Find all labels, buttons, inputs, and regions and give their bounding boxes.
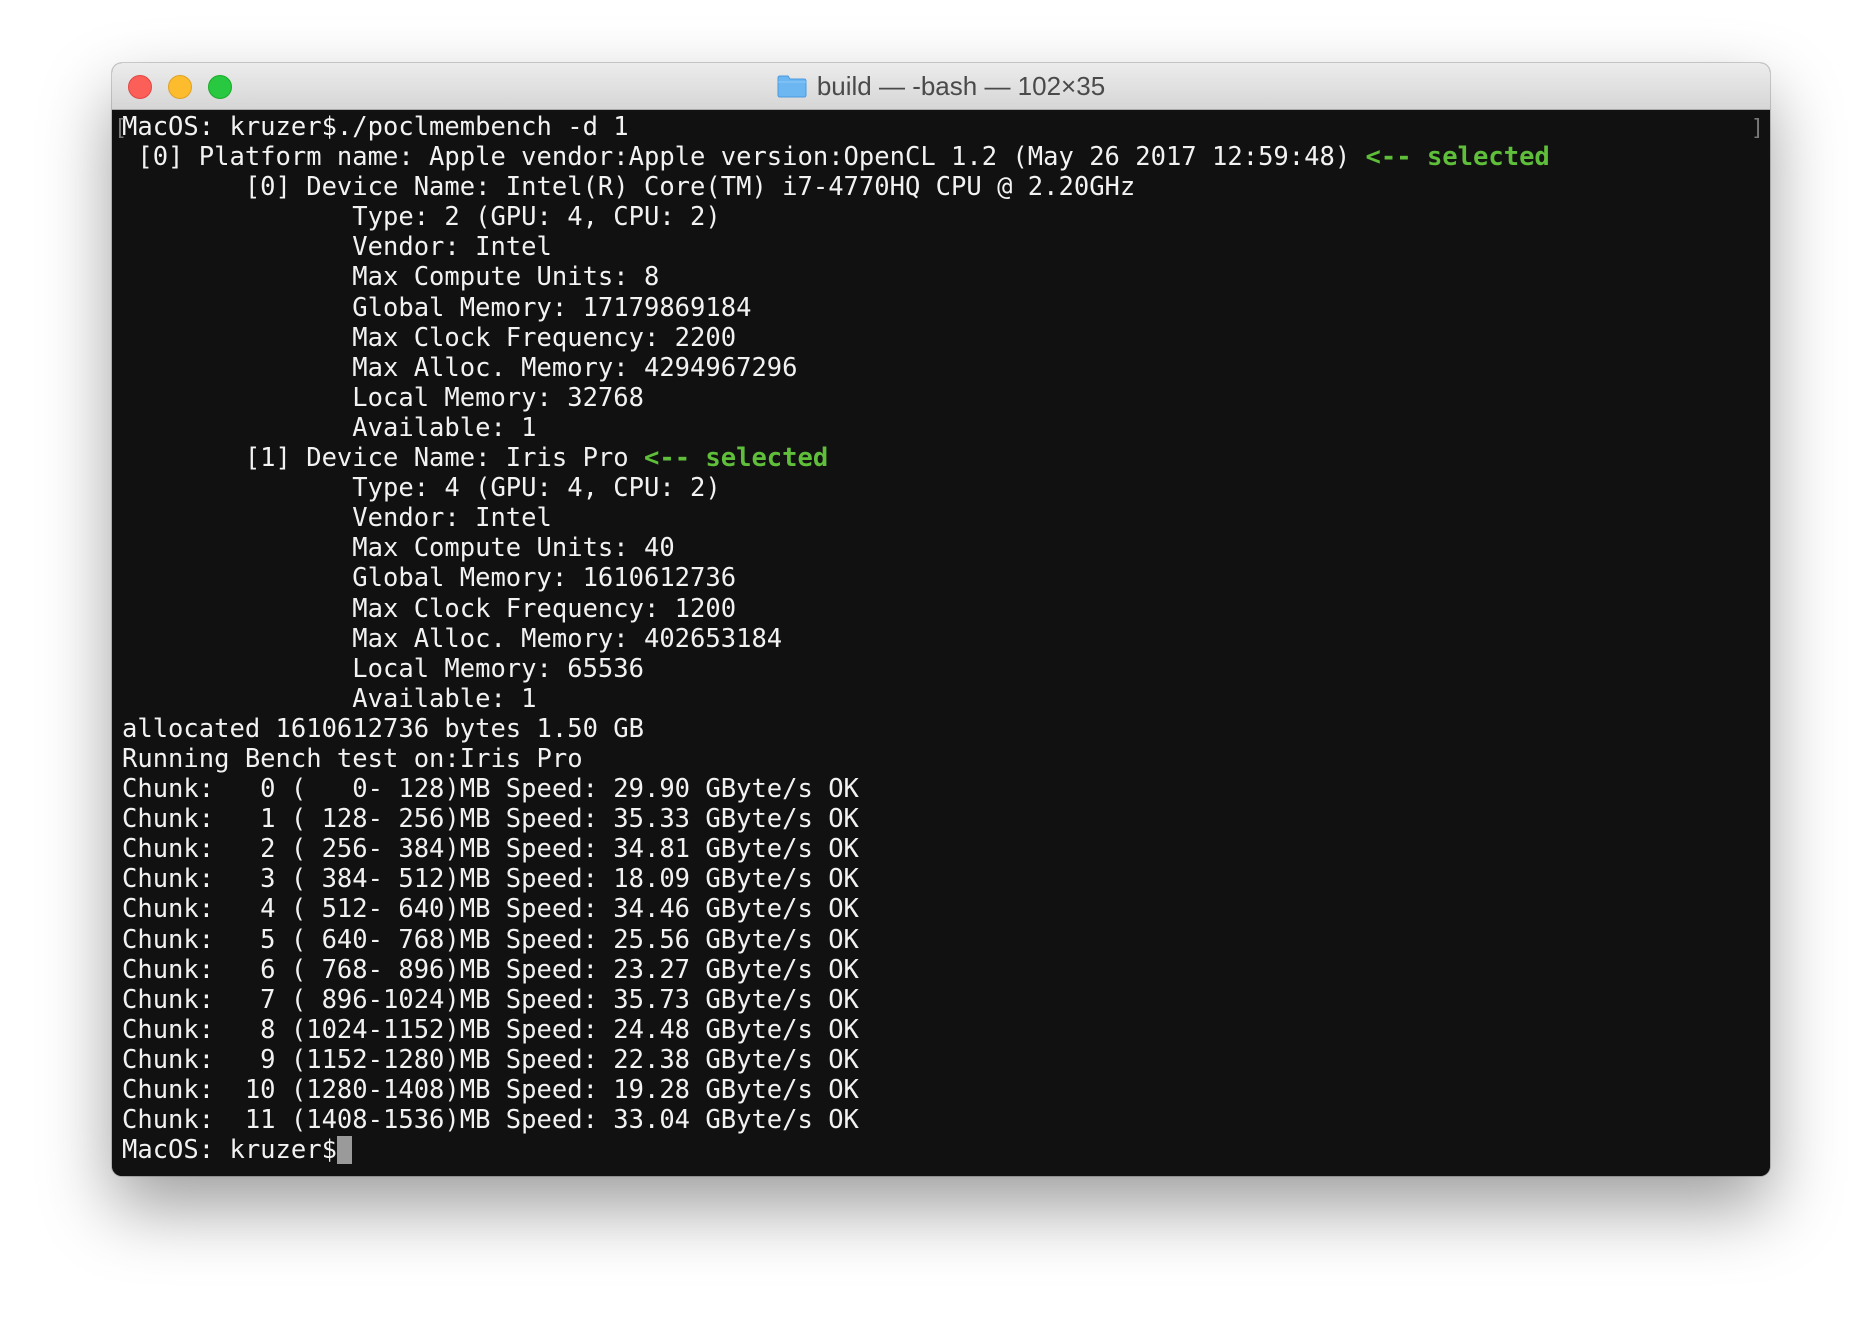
platform-text: [0] Platform name: Apple vendor:Apple ve…: [122, 142, 1366, 173]
device1-line: Available: 1: [122, 683, 537, 714]
device1-line: Max Alloc. Memory: 402653184: [122, 623, 783, 654]
chunk-line: Chunk: 2 ( 256- 384)MB Speed: 34.81 GByt…: [122, 834, 859, 865]
platform-selected-marker: <-- selected: [1365, 142, 1550, 173]
title-bar[interactable]: build — -bash — 102×35: [112, 63, 1770, 110]
chunk-line: Chunk: 10 (1280-1408)MB Speed: 19.28 GBy…: [122, 1075, 859, 1105]
device0-line: Available: 1: [122, 412, 537, 443]
chunk-line: Chunk: 0 ( 0- 128)MB Speed: 29.90 GByte/…: [122, 774, 859, 805]
final-prompt: MacOS: kruzer$: [122, 1135, 337, 1166]
device1-line: Vendor: Intel: [122, 503, 552, 534]
window-title-group: build — -bash — 102×35: [112, 63, 1770, 109]
window-title: build — -bash — 102×35: [816, 70, 1106, 101]
platform-line: [0] Platform name: Apple vendor:Apple ve…: [122, 142, 1770, 172]
device1-selected-marker: <-- selected: [643, 443, 829, 474]
folder-icon: [777, 74, 807, 98]
device0-line: Max Alloc. Memory: 4294967296: [122, 352, 798, 383]
chunk-line: Chunk: 5 ( 640- 768)MB Speed: 25.56 GByt…: [122, 924, 859, 955]
chunk-line: Chunk: 1 ( 128- 256)MB Speed: 35.33 GByt…: [122, 804, 859, 835]
chunk-line: Chunk: 11 (1408-1536)MB Speed: 33.04 GBy…: [122, 1105, 859, 1136]
chunk-line: Chunk: 6 ( 768- 896)MB Speed: 23.27 GByt…: [122, 954, 859, 985]
mark-bracket-right: ]: [1750, 116, 1764, 141]
summary-line: allocated 1610612736 bytes 1.50 GB: [122, 713, 644, 744]
device0-line: Local Memory: 32768: [122, 382, 644, 413]
device0-line: Global Memory: 17179869184: [122, 292, 752, 323]
mark-bracket-left: [: [114, 116, 128, 141]
device1-line: Max Compute Units: 40: [122, 533, 675, 564]
device1-line: Type: 4 (GPU: 4, CPU: 2): [122, 473, 721, 504]
device0-header: [0] Device Name: Intel(R) Core(TM) i7-47…: [122, 172, 1136, 203]
device1-header: [1] Device Name: Iris Pro: [122, 443, 644, 474]
terminal-output[interactable]: [ ] MacOS: kruzer$./poclmembench -d 1 [0…: [112, 110, 1770, 1176]
text-cursor: [336, 1136, 352, 1165]
command-line: MacOS: kruzer$./poclmembench -d 1: [122, 112, 629, 142]
summary-line: Running Bench test on:Iris Pro: [122, 743, 583, 774]
device0-line: Max Clock Frequency: 2200: [122, 322, 737, 353]
final-prompt-line[interactable]: MacOS: kruzer$: [122, 1135, 1770, 1165]
chunk-line: Chunk: 4 ( 512- 640)MB Speed: 34.46 GByt…: [122, 894, 859, 925]
device1-line: Max Clock Frequency: 1200: [122, 593, 737, 624]
chunk-line: Chunk: 3 ( 384- 512)MB Speed: 18.09 GByt…: [122, 864, 859, 895]
chunk-line: Chunk: 9 (1152-1280)MB Speed: 22.38 GByt…: [122, 1044, 859, 1075]
chunk-line: Chunk: 7 ( 896-1024)MB Speed: 35.73 GByt…: [122, 984, 859, 1015]
terminal-window: build — -bash — 102×35 [ ] MacOS: kruzer…: [112, 63, 1770, 1176]
device1-line: Local Memory: 65536: [122, 653, 644, 684]
device1-header-line: [1] Device Name: Iris Pro <-- selected: [122, 443, 1770, 473]
device0-line: Type: 2 (GPU: 4, CPU: 2): [122, 202, 721, 233]
device0-line: Max Compute Units: 8: [122, 262, 660, 293]
chunk-line: Chunk: 8 (1024-1152)MB Speed: 24.48 GByt…: [122, 1014, 859, 1045]
device0-line: Vendor: Intel: [122, 232, 552, 263]
device1-line: Global Memory: 1610612736: [122, 563, 737, 594]
